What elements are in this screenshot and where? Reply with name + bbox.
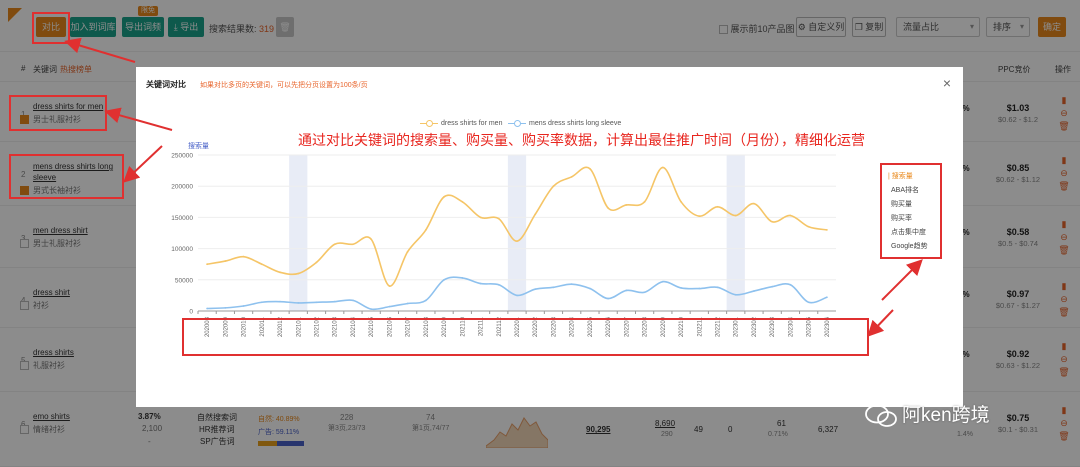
y-tick-label: 250000: [171, 153, 193, 160]
active-bar-icon: |: [888, 173, 890, 180]
data-point: [734, 293, 737, 296]
data-point: [315, 261, 318, 264]
data-point: [352, 243, 354, 246]
data-point: [589, 167, 591, 170]
data-point: [807, 301, 810, 304]
data-point: [825, 228, 828, 231]
data-point: [516, 294, 518, 297]
data-point: [206, 263, 209, 266]
data-point: [260, 263, 263, 266]
data-point: [698, 287, 701, 290]
data-point: [279, 271, 281, 274]
data-point: [406, 302, 409, 305]
highlight-band: [289, 155, 308, 311]
data-point: [753, 290, 755, 292]
data-point: [443, 278, 445, 281]
data-point: [680, 287, 682, 289]
y-tick-label: 0: [189, 309, 193, 316]
metric-label: 搜索量: [891, 173, 913, 180]
y-tick-label: 100000: [171, 246, 193, 253]
metric-click-concentration[interactable]: 点击集中度: [891, 227, 926, 237]
data-point: [297, 272, 300, 275]
metric-purchases[interactable]: 购买量: [891, 199, 912, 209]
compare-modal: 关键词对比 如果对比多页的关键词，可以先把分页设置为100条/页 × dress…: [136, 67, 963, 407]
data-point: [516, 240, 518, 243]
data-point: [388, 305, 391, 308]
data-point: [643, 291, 646, 294]
data-point: [497, 283, 500, 286]
y-tick-label: 200000: [171, 184, 193, 191]
data-point: [716, 286, 719, 289]
data-point: [552, 286, 555, 289]
data-point: [716, 205, 719, 208]
data-point: [370, 238, 373, 241]
data-point: [825, 296, 828, 299]
data-point: [315, 301, 318, 304]
watermark-text: 阿ken跨境: [902, 405, 990, 426]
highlight-band: [726, 155, 745, 311]
data-point: [260, 301, 263, 304]
data-point: [607, 297, 610, 300]
data-point: [242, 255, 245, 258]
data-point: [479, 216, 482, 219]
highlight-row2: [9, 154, 124, 199]
data-point: [534, 288, 537, 291]
metric-purchase-rate[interactable]: 购买率: [891, 213, 912, 223]
data-point: [789, 214, 792, 217]
highlight-row1: [9, 95, 107, 131]
metric-aba-rank[interactable]: ABA排名: [891, 185, 919, 195]
wechat-icon: [865, 404, 897, 427]
data-point: [333, 300, 336, 303]
data-point: [625, 204, 628, 206]
data-point: [680, 200, 682, 203]
y-tick-label: 50000: [175, 277, 193, 284]
data-point: [570, 175, 573, 178]
data-point: [242, 305, 245, 307]
data-point: [224, 260, 227, 262]
data-point: [479, 282, 482, 285]
data-point: [443, 195, 445, 198]
data-point: [424, 228, 427, 231]
data-point: [625, 289, 628, 292]
data-point: [807, 225, 810, 228]
data-point: [461, 277, 464, 279]
data-point: [552, 185, 555, 188]
data-point: [297, 301, 300, 304]
metric-menu: | 搜索量 ABA排名 购买量 购买率 点击集中度 Google趋势: [880, 163, 942, 259]
trend-chart: 050000100000150000200000250000202008 2020…: [171, 153, 836, 337]
metric-search-volume[interactable]: | 搜索量: [888, 171, 913, 181]
data-point: [734, 214, 737, 217]
data-point: [406, 250, 409, 253]
data-point: [589, 287, 591, 290]
data-point: [698, 215, 701, 218]
data-point: [570, 283, 573, 286]
data-point: [424, 299, 427, 302]
data-point: [661, 166, 664, 169]
highlight-compare: [32, 12, 70, 44]
data-point: [771, 220, 774, 223]
data-point: [661, 280, 664, 283]
highlight-band: [507, 155, 527, 311]
data-point: [333, 243, 336, 246]
highlight-x-axis: [182, 318, 869, 356]
metric-google-trends[interactable]: Google趋势: [891, 241, 928, 251]
data-point: [388, 285, 391, 287]
data-point: [643, 200, 646, 203]
data-point: [771, 285, 774, 288]
data-point: [753, 202, 755, 205]
y-tick-label: 150000: [171, 215, 193, 222]
data-point: [352, 299, 354, 302]
data-point: [224, 306, 227, 309]
data-point: [789, 283, 792, 286]
data-point: [607, 207, 610, 209]
data-point: [497, 217, 500, 220]
data-point: [534, 213, 537, 216]
data-point: [279, 300, 281, 303]
data-point: [370, 308, 373, 311]
data-point: [461, 200, 464, 203]
data-point: [206, 307, 209, 310]
